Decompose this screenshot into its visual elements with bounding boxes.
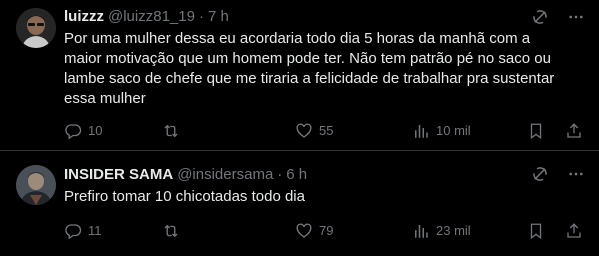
reply-button[interactable]: 10	[64, 122, 162, 140]
tweet-text: Por uma mulher dessa eu acordaria todo d…	[64, 30, 555, 107]
header-actions	[531, 8, 585, 26]
like-button[interactable]: 79	[295, 222, 412, 240]
share-icon[interactable]	[565, 222, 583, 240]
more-icon[interactable]	[567, 8, 585, 26]
avatar[interactable]	[16, 165, 56, 205]
timestamp[interactable]: 6 h	[286, 165, 307, 185]
reply-icon	[65, 124, 82, 140]
timestamp[interactable]: 7 h	[208, 7, 229, 27]
retweet-button[interactable]	[162, 122, 295, 140]
bookmark-icon[interactable]	[527, 222, 545, 240]
display-name[interactable]: INSIDER SAMA	[64, 165, 173, 185]
views-count: 10 mil	[436, 123, 471, 138]
tweet[interactable]: luizzz @luizz81_19 · 7 h Por uma mulher …	[0, 0, 599, 150]
reply-icon	[65, 224, 82, 240]
tweet-actions: 11 79 23 mil	[64, 221, 583, 241]
like-count: 79	[319, 223, 334, 238]
timeline: luizzz @luizz81_19 · 7 h Por uma mulher …	[0, 0, 599, 256]
right-actions	[527, 122, 583, 140]
user-handle[interactable]: @luizz81_19	[108, 7, 195, 27]
grok-icon[interactable]	[531, 165, 549, 183]
views-button[interactable]: 23 mil	[412, 222, 522, 240]
like-count: 55	[319, 123, 334, 138]
tweet-text: Prefiro tomar 10 chicotadas todo dia	[64, 188, 305, 205]
separator-dot: ·	[277, 166, 283, 183]
like-button[interactable]: 55	[295, 122, 412, 140]
reply-button[interactable]: 11	[64, 222, 162, 240]
tweet-header: luizzz @luizz81_19 · 7 h	[64, 7, 583, 27]
avatar[interactable]	[16, 8, 56, 48]
tweet-header: INSIDER SAMA @insidersama · 6 h	[64, 165, 583, 185]
retweet-icon	[164, 224, 178, 238]
separator-dot: ·	[198, 8, 204, 25]
user-handle[interactable]: @insidersama	[177, 165, 273, 185]
views-icon	[415, 225, 428, 238]
like-icon	[296, 123, 312, 138]
grok-icon[interactable]	[531, 8, 549, 26]
header-actions	[531, 165, 585, 183]
retweet-icon	[164, 124, 178, 138]
reply-count: 11	[88, 223, 102, 238]
more-icon[interactable]	[567, 165, 585, 183]
share-icon[interactable]	[565, 122, 583, 140]
views-icon	[415, 125, 428, 138]
display-name[interactable]: luizzz	[64, 7, 104, 27]
reply-count: 10	[88, 123, 103, 138]
retweet-button[interactable]	[162, 222, 295, 240]
tweet[interactable]: INSIDER SAMA @insidersama · 6 h Prefiro …	[0, 150, 599, 256]
tweet-actions: 10 55 10 mil	[64, 121, 583, 141]
bookmark-icon[interactable]	[527, 122, 545, 140]
like-icon	[296, 223, 312, 238]
views-count: 23 mil	[436, 223, 471, 238]
right-actions	[527, 222, 583, 240]
views-button[interactable]: 10 mil	[412, 122, 522, 140]
